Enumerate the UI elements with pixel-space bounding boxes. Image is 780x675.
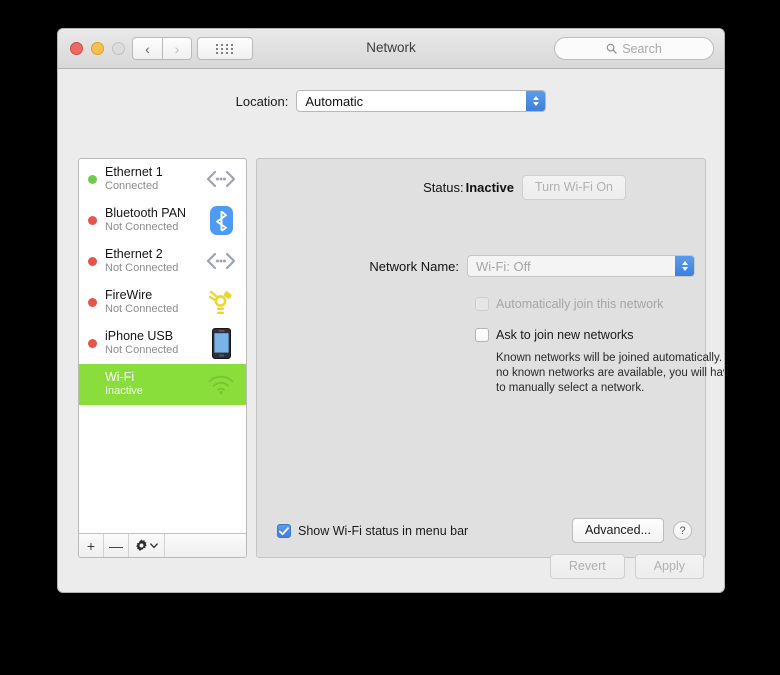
search-placeholder: Search bbox=[622, 41, 662, 56]
chevron-down-icon bbox=[150, 542, 158, 548]
ask-join-row: Ask to join new networks bbox=[475, 327, 634, 343]
chevron-updown-icon bbox=[526, 91, 546, 111]
titlebar: ‹ › Network Search bbox=[58, 29, 724, 69]
service-status: Connected bbox=[105, 180, 159, 192]
service-name: Ethernet 2 bbox=[105, 247, 163, 261]
service-list-toolbar: + — bbox=[79, 533, 246, 557]
checkmark-icon bbox=[279, 526, 289, 535]
ethernet-icon bbox=[204, 246, 238, 276]
location-row: Location: Automatic bbox=[58, 81, 724, 121]
location-value: Automatic bbox=[305, 93, 364, 109]
bluetooth-icon bbox=[204, 205, 238, 235]
status-value: Inactive bbox=[465, 180, 514, 195]
advanced-button[interactable]: Advanced... bbox=[571, 518, 664, 543]
iphone-icon bbox=[204, 327, 238, 359]
search-input[interactable]: Search bbox=[554, 37, 714, 60]
location-label: Location: bbox=[235, 93, 289, 109]
help-button[interactable]: ? bbox=[673, 521, 692, 540]
status-dot bbox=[88, 256, 97, 266]
list-item[interactable]: iPhone USB Not Connected bbox=[79, 323, 246, 364]
auto-join-row: Automatically join this network bbox=[475, 296, 663, 312]
service-status: Not Connected bbox=[105, 262, 179, 274]
add-service-button[interactable]: + bbox=[79, 534, 104, 557]
status-label-wrap: Status: Inactive bbox=[257, 180, 522, 195]
chevron-updown-icon bbox=[675, 256, 694, 276]
list-item[interactable]: FireWire Not Connected bbox=[79, 282, 246, 323]
network-name-label: Network Name: bbox=[369, 258, 459, 274]
service-name: FireWire bbox=[105, 288, 153, 302]
service-text: Wi-Fi Inactive bbox=[105, 370, 204, 398]
service-text: Ethernet 2 Not Connected bbox=[105, 247, 204, 275]
service-text: Ethernet 1 Connected bbox=[105, 165, 204, 193]
status-dot bbox=[88, 297, 97, 307]
apply-button[interactable]: Apply bbox=[634, 554, 704, 579]
location-dropdown[interactable]: Automatic bbox=[296, 90, 547, 112]
join-help-text: Known networks will be joined automatica… bbox=[496, 352, 725, 394]
service-status: Not Connected bbox=[105, 221, 179, 233]
status-label: Status: bbox=[423, 180, 464, 195]
network-preferences-window: ‹ › Network Search Location: Automatic E… bbox=[57, 28, 725, 593]
status-dot bbox=[88, 215, 97, 225]
service-name: Bluetooth PAN bbox=[105, 206, 187, 220]
revert-button[interactable]: Revert bbox=[549, 554, 625, 579]
service-name: iPhone USB bbox=[105, 329, 174, 343]
turn-wifi-on-button[interactable]: Turn Wi-Fi On bbox=[522, 175, 627, 200]
window-footer: Revert Apply bbox=[549, 554, 704, 579]
search-icon bbox=[606, 43, 617, 54]
service-text: Bluetooth PAN Not Connected bbox=[105, 206, 204, 234]
status-row: Status: Inactive Turn Wi-Fi On bbox=[257, 175, 705, 200]
network-name-row: Network Name: Wi-Fi: Off bbox=[257, 255, 705, 277]
firewire-icon bbox=[204, 287, 238, 317]
remove-service-button[interactable]: — bbox=[104, 534, 129, 557]
network-name-dropdown[interactable]: Wi-Fi: Off bbox=[467, 255, 695, 277]
ethernet-icon bbox=[204, 164, 238, 194]
service-name: Ethernet 1 bbox=[105, 165, 163, 179]
ask-join-checkbox[interactable] bbox=[475, 328, 489, 342]
show-status-checkbox[interactable] bbox=[277, 524, 291, 538]
wifi-settings-panel: Status: Inactive Turn Wi-Fi On Network Na… bbox=[256, 158, 724, 558]
list-item[interactable]: Ethernet 1 Connected bbox=[79, 159, 246, 200]
service-actions-button[interactable] bbox=[129, 534, 165, 557]
service-status: Not Connected bbox=[105, 303, 179, 315]
show-status-label: Show Wi-Fi status in menu bar bbox=[298, 523, 469, 538]
gear-icon bbox=[136, 539, 147, 551]
wifi-icon bbox=[204, 369, 238, 399]
panel-bottom-row: Show Wi-Fi status in menu bar Advanced..… bbox=[257, 518, 705, 543]
auto-join-checkbox[interactable] bbox=[475, 297, 489, 311]
list-item[interactable]: Bluetooth PAN Not Connected bbox=[79, 200, 246, 241]
status-dot bbox=[88, 174, 97, 184]
list-item[interactable]: Ethernet 2 Not Connected bbox=[79, 241, 246, 282]
service-text: iPhone USB Not Connected bbox=[105, 329, 204, 357]
ask-join-label: Ask to join new networks bbox=[496, 328, 634, 342]
service-status: Not Connected bbox=[105, 344, 179, 356]
service-status: Inactive bbox=[105, 385, 143, 397]
auto-join-label: Automatically join this network bbox=[496, 297, 664, 311]
service-list-panel: Ethernet 1 Connected Bluetooth PAN Not C… bbox=[78, 158, 247, 558]
status-dot bbox=[88, 380, 97, 389]
network-name-value: Wi-Fi: Off bbox=[476, 258, 531, 274]
preferences-body: Ethernet 1 Connected Bluetooth PAN Not C… bbox=[58, 123, 724, 592]
status-dot bbox=[88, 338, 97, 348]
service-list: Ethernet 1 Connected Bluetooth PAN Not C… bbox=[79, 159, 246, 533]
service-name: Wi-Fi bbox=[105, 370, 135, 384]
service-text: FireWire Not Connected bbox=[105, 288, 204, 316]
sidebar-item-wifi[interactable]: Wi-Fi Inactive bbox=[79, 364, 246, 405]
